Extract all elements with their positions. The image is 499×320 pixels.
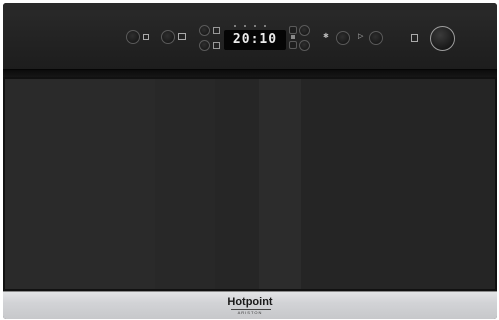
defrost-button[interactable]	[199, 25, 210, 36]
program-button[interactable]	[199, 40, 210, 51]
door-open-icon	[411, 34, 418, 42]
brand-logo: Hotpoint	[227, 296, 273, 308]
door-frame	[3, 77, 497, 291]
minus-button[interactable]	[289, 41, 297, 49]
display-time: 20:10	[232, 32, 278, 47]
plus-icon	[291, 35, 295, 39]
steel-trim: Hotpoint ARISTON	[3, 291, 497, 319]
clock-display: 20:10	[224, 30, 286, 50]
indicator-dot	[254, 25, 256, 27]
star-icon: ✱	[323, 33, 329, 40]
indicator-dot	[264, 25, 266, 27]
up-button[interactable]	[299, 25, 310, 36]
indicator-dot	[244, 25, 246, 27]
defrost-icon	[213, 27, 220, 34]
grill-button[interactable]	[161, 30, 175, 44]
panel-shadow	[3, 69, 497, 77]
stop-button[interactable]	[369, 31, 383, 45]
program-icon	[213, 42, 220, 49]
plus-button[interactable]	[289, 26, 297, 34]
oven-door[interactable]	[3, 77, 497, 291]
power-level-icon	[143, 34, 149, 40]
door-open-knob[interactable]	[430, 26, 455, 51]
grill-icon	[178, 33, 186, 40]
jet-start-button[interactable]	[336, 31, 350, 45]
control-panel: 20:10 ✱ ▷	[3, 3, 497, 69]
power-button[interactable]	[126, 30, 140, 44]
sub-brand-logo: ARISTON	[237, 310, 263, 315]
indicator-dot	[234, 25, 236, 27]
microwave-oven: 20:10 ✱ ▷ Hotpoint ARISTON	[3, 3, 497, 319]
display-indicators	[232, 24, 282, 29]
panel-seam	[3, 69, 497, 70]
play-icon: ▷	[358, 33, 364, 40]
down-button[interactable]	[299, 40, 310, 51]
